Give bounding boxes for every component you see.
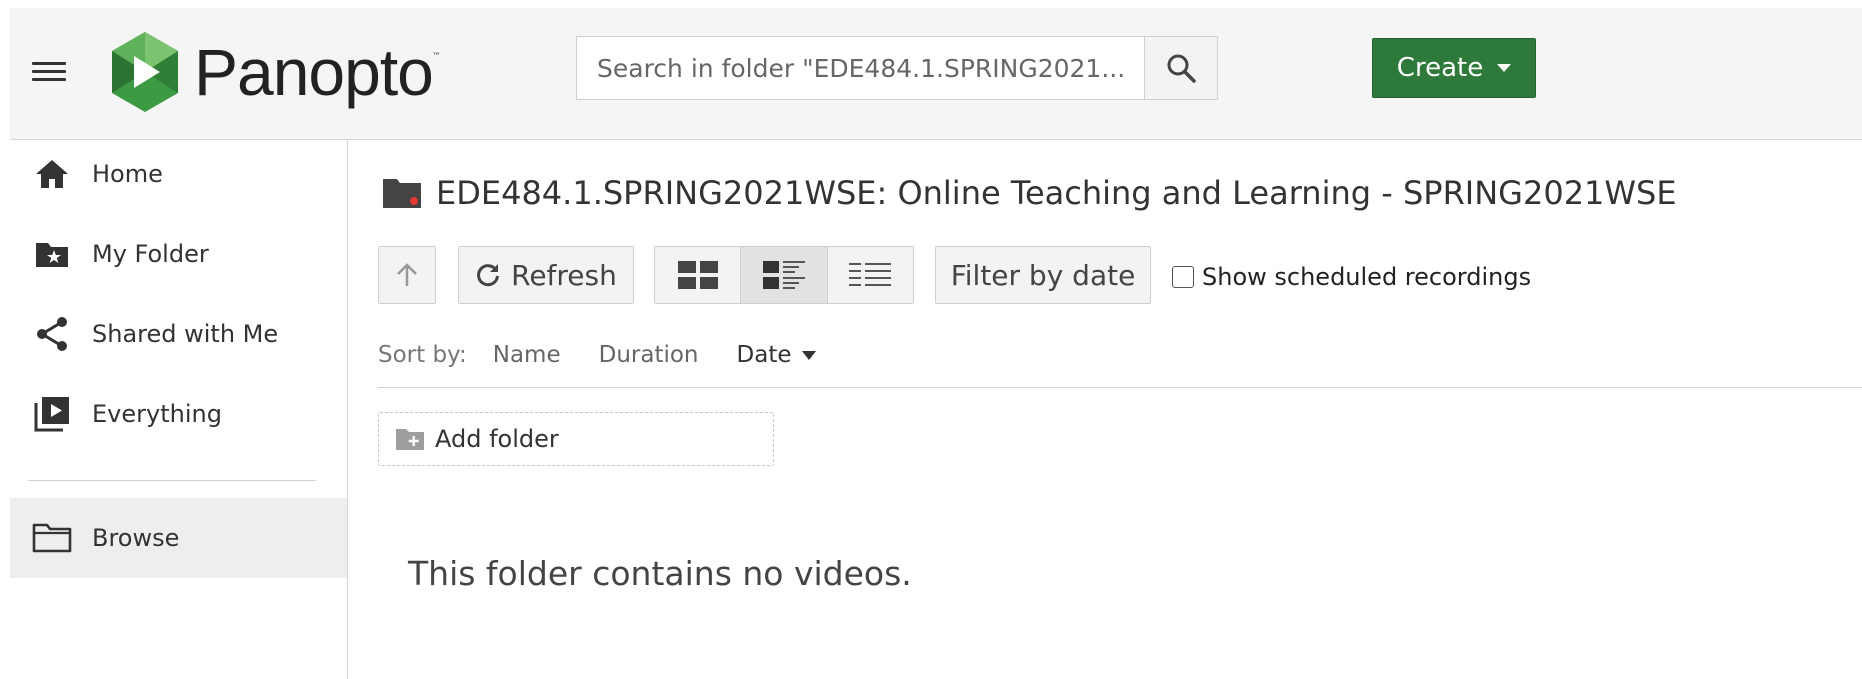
panopto-logo-icon — [112, 32, 178, 112]
sidebar-item-shared-with-me[interactable]: Shared with Me — [10, 304, 347, 364]
sidebar-item-everything[interactable]: Everything — [10, 384, 347, 444]
sidebar-item-label: My Folder — [92, 240, 209, 268]
search-button[interactable] — [1144, 37, 1217, 99]
add-folder-button[interactable]: Add folder — [378, 412, 774, 466]
hamburger-menu-icon[interactable] — [32, 58, 66, 86]
sort-bar: Sort by: Name Duration Date — [378, 342, 854, 368]
sidebar-divider — [28, 480, 316, 481]
refresh-button[interactable]: Refresh — [458, 246, 634, 304]
sidebar-item-label: Everything — [92, 400, 222, 428]
logo-trademark: ™ — [432, 52, 441, 62]
create-label: Create — [1396, 53, 1484, 83]
arrow-up-icon — [397, 263, 417, 286]
show-scheduled-label: Show scheduled recordings — [1202, 263, 1532, 291]
main-content: EDE484.1.SPRING2021WSE: Online Teaching … — [348, 140, 1862, 679]
folder-icon — [32, 523, 72, 553]
show-scheduled-checkbox[interactable] — [1172, 266, 1194, 288]
share-icon — [37, 317, 67, 351]
up-folder-button[interactable] — [378, 246, 436, 304]
add-folder-label: Add folder — [435, 425, 559, 453]
search-box — [576, 36, 1218, 100]
sort-option-date-label: Date — [736, 342, 792, 368]
folder-title-icon — [383, 179, 421, 208]
sidebar-item-label: Shared with Me — [92, 320, 279, 348]
sidebar-item-home[interactable]: Home — [10, 144, 347, 204]
sort-label: Sort by: — [378, 342, 467, 368]
add-folder-icon — [396, 429, 424, 450]
sidebar-item-label: Browse — [92, 524, 180, 552]
sort-option-name[interactable]: Name — [493, 342, 561, 368]
filter-by-date-button[interactable]: Filter by date — [935, 246, 1151, 304]
show-scheduled-toggle: Show scheduled recordings — [1172, 263, 1531, 291]
sort-divider — [378, 387, 1862, 388]
list-view-button[interactable] — [828, 247, 913, 303]
my-folder-icon — [36, 243, 68, 267]
sort-option-duration[interactable]: Duration — [599, 342, 699, 368]
search-input[interactable] — [577, 37, 1144, 99]
page-title: EDE484.1.SPRING2021WSE: Online Teaching … — [436, 174, 1677, 212]
create-button[interactable]: Create — [1372, 38, 1536, 98]
view-mode-group — [654, 246, 914, 304]
search-icon — [1167, 54, 1196, 83]
home-icon — [36, 160, 68, 188]
sidebar-item-label: Home — [92, 160, 163, 188]
sort-desc-caret-icon — [801, 350, 816, 360]
panopto-app: Panopto ™ Create Home — [0, 0, 1862, 679]
grid-view-icon — [677, 261, 718, 289]
refresh-label: Refresh — [511, 258, 617, 292]
detail-view-icon — [762, 261, 805, 289]
caret-down-icon — [1497, 64, 1512, 72]
sidebar: Home My Folder Shared with Me Everything… — [10, 140, 348, 679]
everything-icon — [34, 397, 69, 432]
refresh-icon — [477, 264, 500, 287]
logo-text: Panopto — [194, 35, 434, 109]
top-header: Panopto ™ Create — [10, 8, 1862, 140]
sort-option-date[interactable]: Date — [737, 342, 816, 368]
sidebar-item-browse[interactable]: Browse — [10, 498, 347, 578]
detail-view-button[interactable] — [741, 247, 828, 303]
empty-folder-message: This folder contains no videos. — [408, 554, 912, 593]
thumbnail-view-button[interactable] — [655, 247, 742, 303]
sidebar-item-my-folder[interactable]: My Folder — [10, 224, 347, 284]
list-view-icon — [849, 263, 892, 286]
